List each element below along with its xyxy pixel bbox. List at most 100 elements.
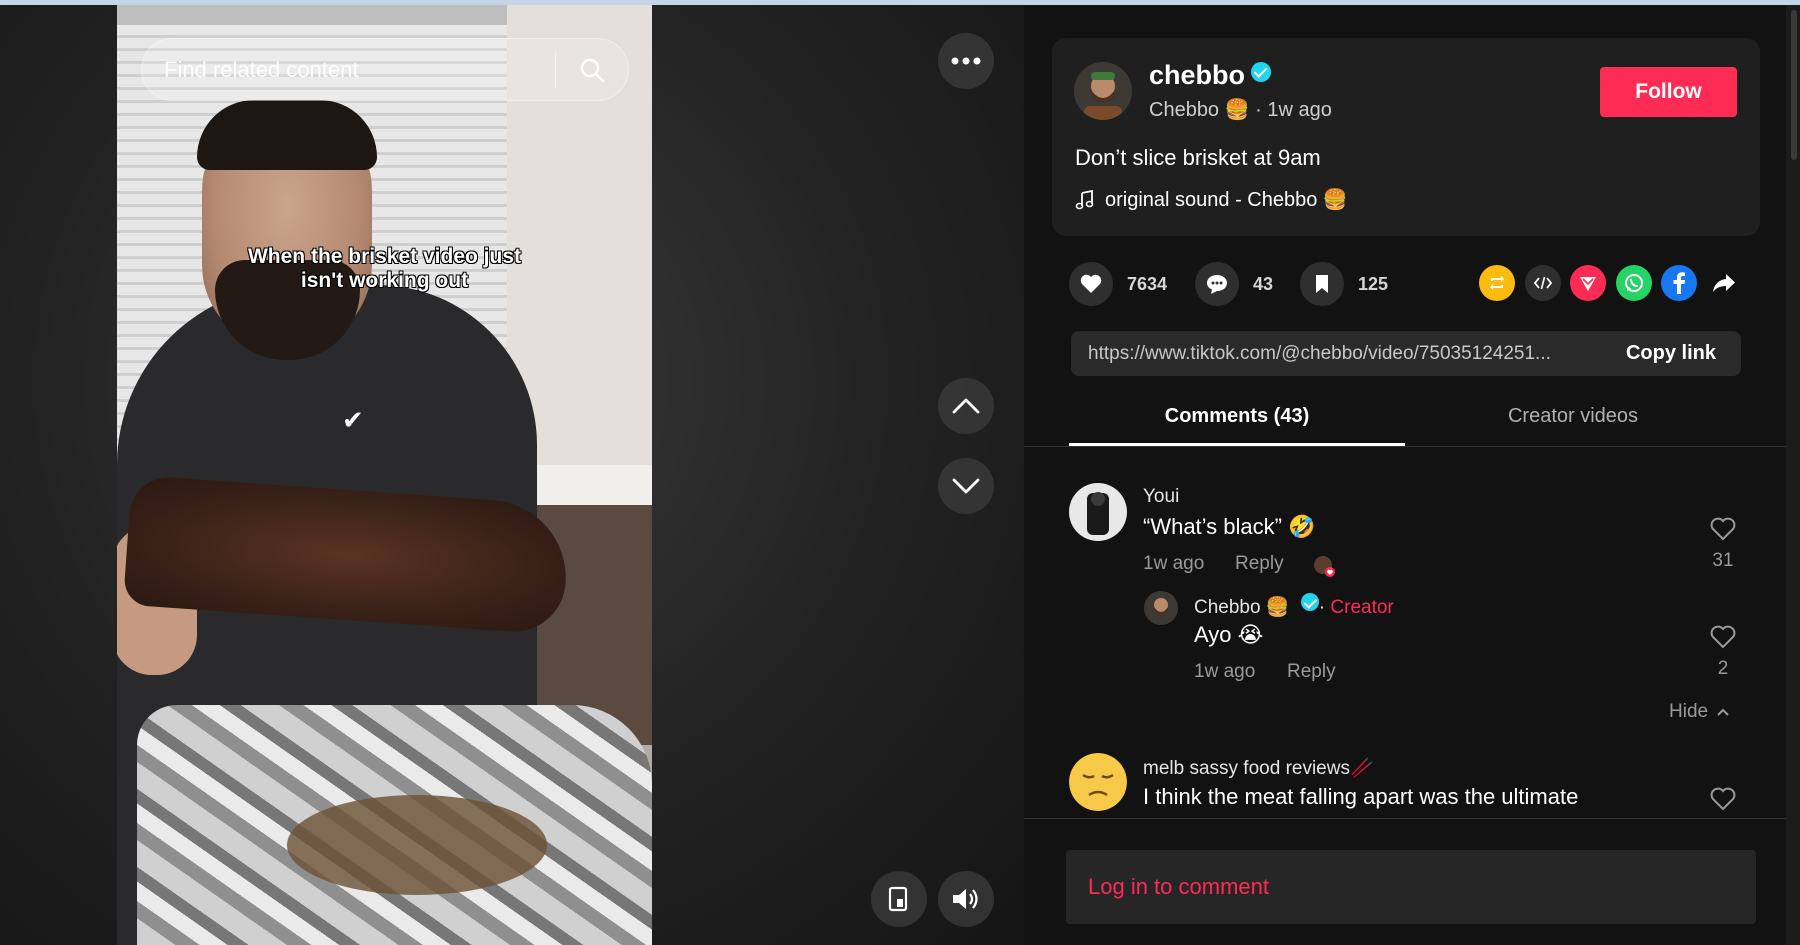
pensive-emoji-avatar-icon (1069, 753, 1127, 811)
verified-badge-icon (1300, 593, 1319, 611)
reply-reply-button[interactable]: Reply (1287, 661, 1336, 683)
embed-button[interactable] (1525, 265, 1561, 301)
repost-button[interactable] (1479, 265, 1515, 301)
comment-time: 1w ago (1143, 553, 1205, 574)
mini-player-icon (888, 886, 908, 912)
side-panel-scrollbar-thumb[interactable] (1791, 10, 1797, 160)
search-icon (580, 58, 605, 82)
comment-avatar[interactable] (1069, 483, 1127, 541)
comment-like[interactable] (1703, 787, 1743, 816)
comment-text: I think the meat falling apart was the u… (1143, 784, 1579, 809)
video-caption: When the brisket video just isn't workin… (117, 245, 652, 293)
reply-avatar[interactable] (1144, 591, 1178, 625)
search-button[interactable] (556, 39, 628, 100)
author-avatar-icon (1074, 62, 1132, 120)
video-person-hair (197, 100, 377, 170)
creator-liked-icon (1314, 556, 1335, 577)
tab-creator-videos[interactable]: Creator videos (1405, 405, 1741, 445)
post-time: 1w ago (1267, 99, 1332, 121)
save-button[interactable] (1300, 262, 1344, 306)
video-description: Don’t slice brisket at 9am (1075, 145, 1321, 170)
copy-link-button[interactable]: Copy link (1601, 331, 1741, 376)
hide-replies-button[interactable]: Hide (1669, 701, 1730, 723)
login-to-comment-button[interactable]: Log in to comment (1066, 850, 1756, 924)
search-input[interactable] (142, 38, 555, 101)
verified-badge-icon (1251, 62, 1272, 82)
chevron-up-icon (952, 398, 980, 414)
creator-liked-avatar (1312, 554, 1336, 583)
reply-button[interactable]: Reply (1235, 553, 1284, 575)
like-action[interactable]: 7634 (1069, 262, 1167, 306)
comment-bubble-icon (1207, 275, 1227, 294)
share-arrow-icon (1713, 274, 1735, 292)
user-avatar-icon (1069, 483, 1127, 541)
more-share-button[interactable] (1706, 265, 1742, 301)
volume-button[interactable] (938, 871, 994, 927)
comment-author[interactable]: melb sassy food reviews🥢 (1143, 756, 1374, 780)
creator-badge: Creator (1330, 597, 1394, 618)
save-action[interactable]: 125 (1300, 262, 1388, 306)
video-link-bar: https://www.tiktok.com/@chebbo/video/750… (1071, 331, 1741, 376)
video-caption-line-1: When the brisket video just (247, 245, 522, 268)
heart-outline-icon (1710, 625, 1736, 649)
video-caption-line-2: isn't working out (300, 269, 469, 292)
facebook-share-button[interactable] (1661, 265, 1697, 301)
comment-action[interactable]: 43 (1195, 262, 1273, 306)
music-note-icon (1075, 189, 1094, 209)
comment-like-count: 31 (1712, 550, 1734, 571)
comment-list[interactable]: Youi “What’s black” 🤣 1w ago Reply 31 Ch… (1024, 447, 1786, 817)
comment-count: 43 (1253, 273, 1274, 294)
reply-author-name: Chebbo 🍔 (1194, 597, 1290, 618)
reply-like[interactable]: 2 (1703, 625, 1743, 680)
comment-text: “What’s black” 🤣 (1143, 514, 1316, 539)
more-horizontal-icon (951, 57, 981, 65)
author-username[interactable]: chebbo (1149, 60, 1272, 91)
chevron-down-icon (952, 478, 980, 494)
bookmark-icon (1316, 275, 1328, 293)
sound-link[interactable]: original sound - Chebbo 🍔 (1075, 187, 1348, 212)
save-count: 125 (1358, 273, 1389, 294)
author-meta: Chebbo 🍔 · 1w ago (1149, 97, 1332, 122)
comment-like[interactable]: 31 (1703, 517, 1743, 572)
author-avatar[interactable] (1074, 62, 1132, 120)
heart-outline-icon (1710, 787, 1736, 811)
next-video-button[interactable] (938, 458, 994, 514)
video-foil-juices (287, 795, 547, 895)
comment-author[interactable]: Youi (1143, 486, 1179, 508)
reply-time: 1w ago (1194, 661, 1256, 682)
volume-icon (953, 889, 978, 909)
send-icon (1580, 277, 1596, 291)
comment-button[interactable] (1195, 262, 1239, 306)
comment-input-divider (1024, 818, 1786, 819)
sound-name: original sound - Chebbo 🍔 (1105, 189, 1348, 211)
comment-avatar[interactable] (1069, 753, 1127, 811)
repost-icon (1490, 276, 1504, 290)
whatsapp-icon (1625, 274, 1643, 292)
author-nickname: Chebbo 🍔 (1149, 99, 1250, 121)
like-button[interactable] (1069, 262, 1113, 306)
whatsapp-share-button[interactable] (1616, 265, 1652, 301)
tab-comments[interactable]: Comments (43) (1069, 405, 1405, 445)
like-count: 7634 (1127, 273, 1168, 294)
follow-button[interactable]: Follow (1600, 67, 1737, 117)
reply-separator: · (1318, 597, 1326, 618)
meta-separator: · (1255, 99, 1262, 121)
previous-video-button[interactable] (938, 378, 994, 434)
mini-player-button[interactable] (871, 871, 927, 927)
hide-replies-label: Hide (1669, 701, 1709, 722)
author-avatar-small-icon (1144, 591, 1178, 625)
video-player[interactable]: ✔ When the brisket video just isn't work… (117, 5, 652, 945)
search-bar (141, 38, 629, 101)
author-username-text: chebbo (1149, 60, 1246, 90)
reply-text: Ayo 😭 (1194, 622, 1264, 647)
chevron-up-small-icon (1717, 708, 1729, 716)
heart-outline-icon (1710, 517, 1736, 541)
send-to-friends-button[interactable] (1570, 265, 1606, 301)
reply-author[interactable]: Chebbo 🍔 · Creator (1194, 593, 1394, 619)
more-options-button[interactable] (938, 33, 994, 89)
swoosh-logo-icon: ✔ (342, 405, 364, 435)
heart-icon (1080, 274, 1102, 293)
video-area: ✔ When the brisket video just isn't work… (0, 5, 1024, 945)
video-link-text[interactable]: https://www.tiktok.com/@chebbo/video/750… (1071, 343, 1601, 365)
reply-like-count: 2 (1717, 658, 1729, 679)
